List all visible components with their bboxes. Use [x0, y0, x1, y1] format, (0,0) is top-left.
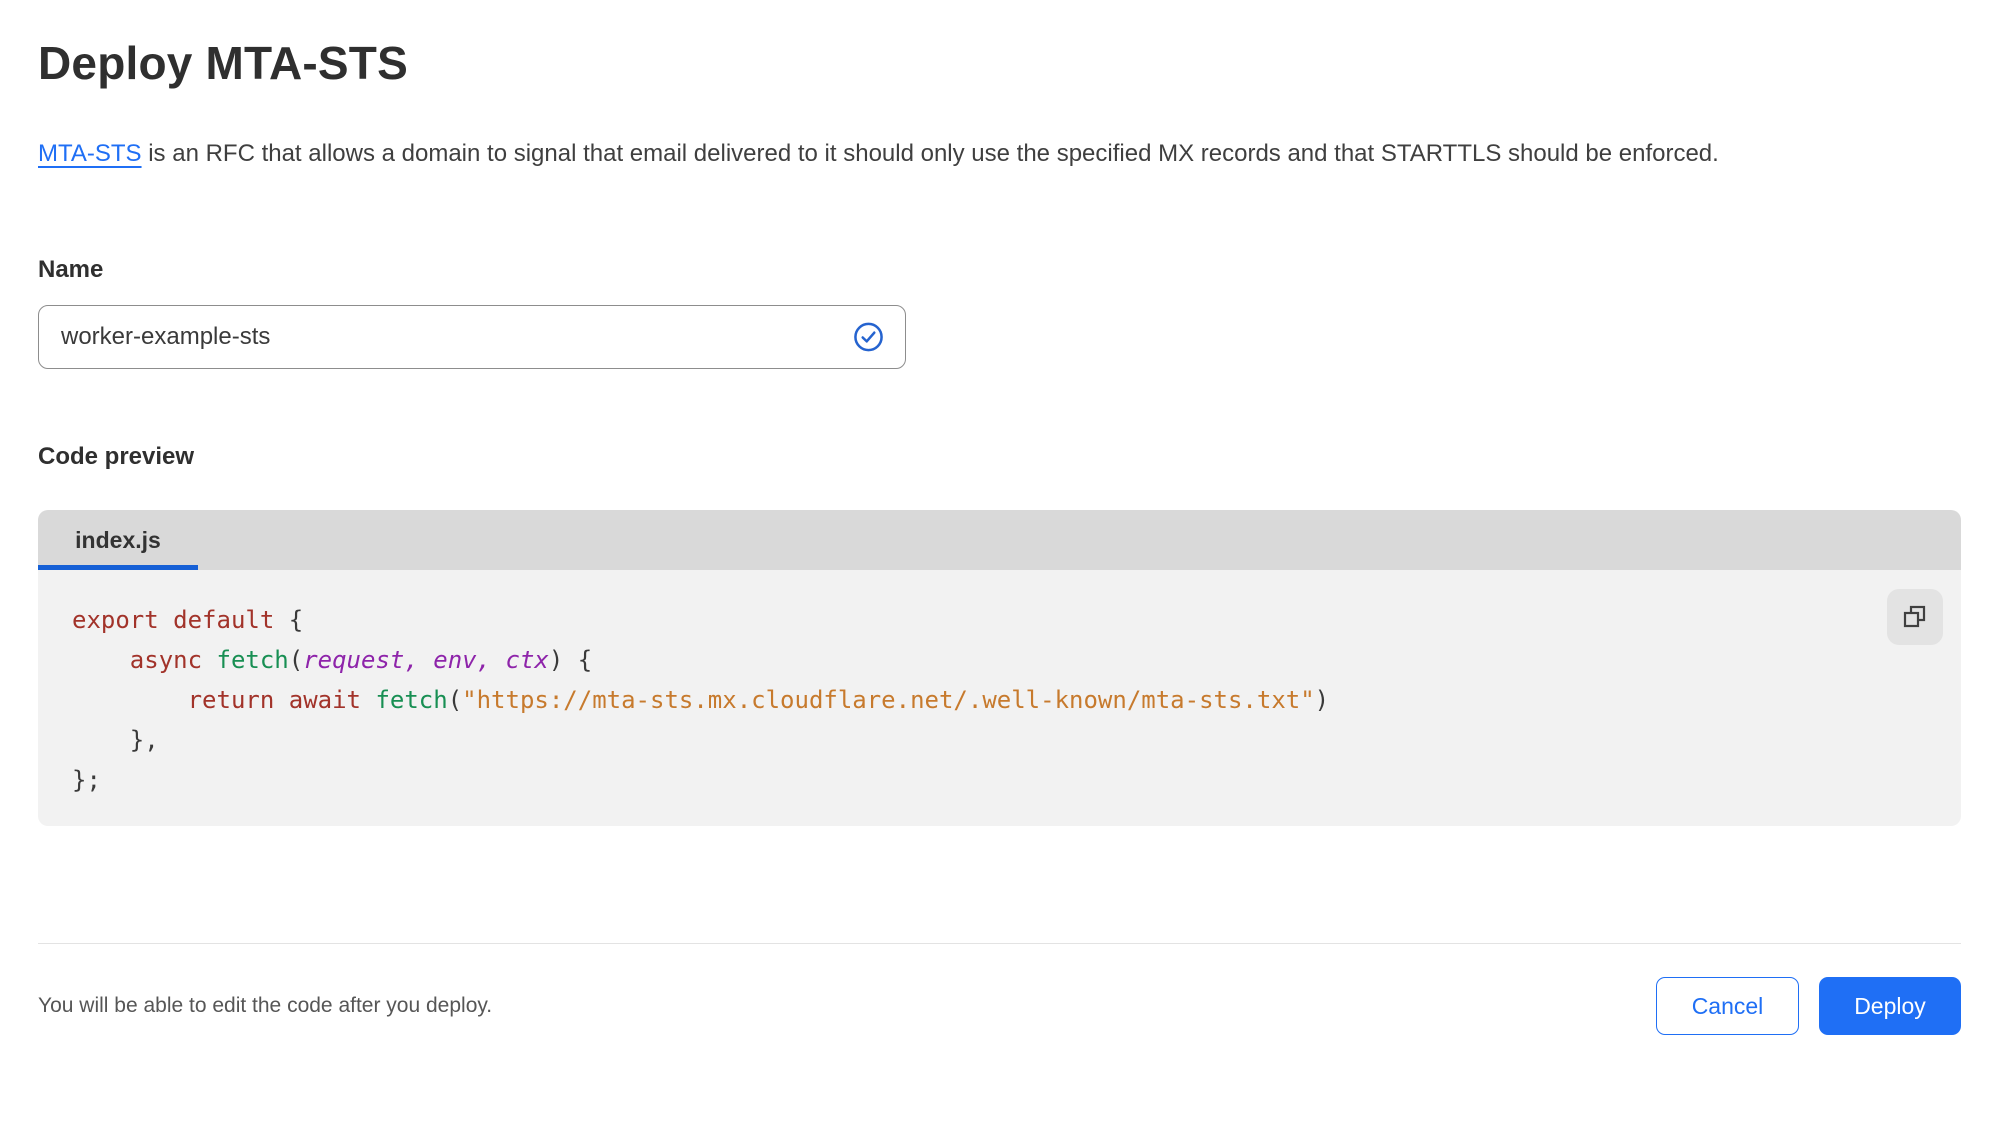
name-input[interactable]	[38, 305, 906, 369]
footer-note: You will be able to edit the code after …	[38, 994, 493, 1017]
footer-row: You will be able to edit the code after …	[38, 977, 1961, 1035]
footer-divider	[38, 943, 1961, 944]
deploy-button[interactable]: Deploy	[1819, 977, 1961, 1035]
code-block: export default { async fetch(request, en…	[72, 606, 1330, 794]
copy-code-button[interactable]	[1887, 589, 1943, 645]
description-text: is an RFC that allows a domain to signal…	[141, 140, 1719, 167]
tab-index-js[interactable]: index.js	[38, 510, 198, 570]
footer-actions: Cancel Deploy	[1656, 977, 1961, 1035]
code-preview-card: index.js export default { async fetch(re…	[38, 510, 1961, 826]
code-area: export default { async fetch(request, en…	[38, 570, 1961, 826]
code-tab-bar: index.js	[38, 510, 1961, 570]
description: MTA-STS is an RFC that allows a domain t…	[38, 132, 1918, 176]
name-input-wrap	[38, 305, 906, 369]
copy-icon	[1903, 605, 1926, 628]
mta-sts-link[interactable]: MTA-STS	[38, 140, 142, 167]
code-preview-label: Code preview	[38, 443, 195, 470]
deploy-mta-sts-page: Deploy MTA-STS MTA-STS is an RFC that al…	[0, 36, 1999, 1138]
cancel-button[interactable]: Cancel	[1656, 977, 1799, 1035]
name-label: Name	[38, 256, 104, 283]
check-circle-icon	[854, 322, 883, 352]
page-title: Deploy MTA-STS	[38, 37, 408, 89]
